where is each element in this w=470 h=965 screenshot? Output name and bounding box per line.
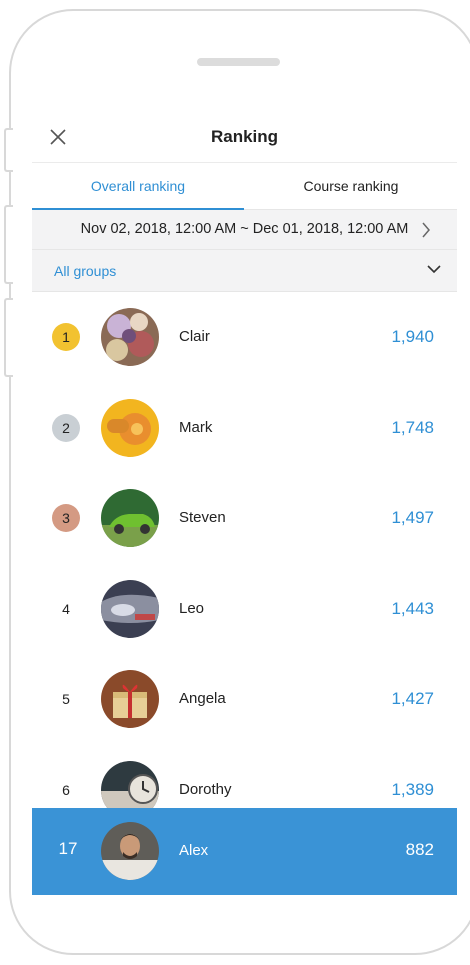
rank-badge: 4: [62, 601, 70, 617]
player-score: 1,443: [391, 599, 434, 618]
avatar: [101, 399, 159, 457]
chevron-right-icon[interactable]: [421, 222, 431, 238]
group-filter-label: All groups: [54, 263, 117, 279]
current-user-score: 882: [405, 840, 434, 859]
player-score: 1,748: [391, 418, 434, 437]
current-user-name: Alex: [179, 842, 209, 859]
page-title: Ranking: [210, 127, 279, 146]
current-user-row[interactable]: 17 Alex 882: [32, 808, 457, 895]
tab-bar: Overall ranking Course ranking: [32, 163, 457, 210]
player-score: 1,427: [391, 689, 434, 708]
rank-badge: 5: [62, 691, 70, 707]
avatar: [101, 822, 159, 880]
avatar: [101, 308, 159, 366]
player-name: Mark: [179, 419, 213, 436]
rank-badge: 1: [52, 323, 80, 351]
ranking-screen: Ranking Overall ranking Course ranking N…: [32, 111, 457, 895]
player-name: Dorothy: [179, 781, 232, 798]
ranking-row[interactable]: 5 Angela 1,427: [32, 654, 457, 744]
chevron-down-icon: [427, 265, 441, 274]
player-name: Clair: [179, 328, 210, 345]
avatar: [101, 670, 159, 728]
ranking-row[interactable]: 4 Leo 1,443: [32, 564, 457, 654]
date-range-bar: Nov 02, 2018, 12:00 AM ~ Dec 01, 2018, 1…: [32, 210, 457, 250]
phone-side-button: [4, 205, 13, 284]
ranking-row[interactable]: 1 Clair 1,940: [32, 292, 457, 382]
avatar: [101, 761, 159, 808]
rank-badge: 2: [52, 414, 80, 442]
date-range-text: Nov 02, 2018, 12:00 AM ~ Dec 01, 2018, 1…: [80, 221, 409, 237]
tab-course-ranking[interactable]: Course ranking: [245, 163, 457, 209]
phone-speaker: [197, 58, 280, 66]
phone-side-button: [4, 298, 13, 377]
header: Ranking: [32, 111, 457, 163]
tab-overall-ranking[interactable]: Overall ranking: [32, 163, 244, 209]
rank-badge: 3: [52, 504, 80, 532]
player-name: Steven: [179, 509, 226, 526]
avatar: [101, 489, 159, 547]
player-score: 1,389: [391, 780, 434, 799]
ranking-row[interactable]: 2 Mark 1,748: [32, 383, 457, 473]
phone-side-button: [4, 128, 13, 172]
ranking-row[interactable]: 3 Steven 1,497: [32, 473, 457, 563]
player-score: 1,940: [391, 327, 434, 346]
player-name: Angela: [179, 690, 226, 707]
avatar: [101, 580, 159, 638]
ranking-row[interactable]: 6 Dorothy 1,389: [32, 745, 457, 808]
group-filter[interactable]: All groups: [32, 250, 457, 292]
rank-badge: 6: [62, 782, 70, 798]
current-user-rank: 17: [58, 839, 78, 858]
ranking-list: 1 Clair 1,940 2 Mark 1,748 3 Steven 1,49…: [32, 292, 457, 808]
player-score: 1,497: [391, 508, 434, 527]
player-name: Leo: [179, 600, 205, 617]
